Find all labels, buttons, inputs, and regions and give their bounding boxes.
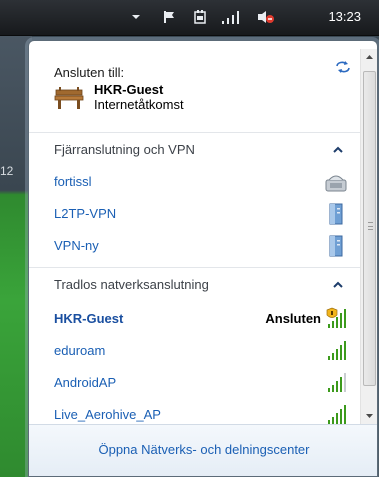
taskbar: 13:23 [0, 0, 379, 36]
scroll-down-icon[interactable] [361, 407, 377, 424]
scroll-thumb[interactable] [363, 71, 376, 386]
open-network-center-link[interactable]: Öppna Nätverks- och delningscenter [29, 442, 377, 457]
dialup-icon [325, 170, 347, 194]
wifi-shield-icon [325, 307, 347, 331]
current-network: HKR-Guest Internetåtkomst [54, 82, 354, 122]
bench-network-icon [54, 85, 84, 111]
vpn-tower-icon [325, 202, 347, 226]
vpn-tower-icon [325, 234, 347, 258]
arrow-up-icon[interactable] [130, 9, 142, 25]
connection-label: VPN-ny [54, 238, 99, 253]
flyout-footer: Öppna Nätverks- och delningscenter [29, 424, 377, 476]
grip-icon [368, 222, 373, 230]
network-label: eduroam [54, 343, 106, 358]
connection-label: L2TP-VPN [54, 206, 117, 221]
chevron-up-icon[interactable] [332, 143, 344, 153]
connected-status: Ansluten [265, 311, 321, 326]
current-network-name: HKR-Guest [94, 82, 164, 97]
list-item-androidap[interactable]: AndroidAP [29, 367, 369, 399]
network-label: AndroidAP [54, 375, 117, 390]
list-item-fortissl[interactable]: fortissl [29, 166, 369, 198]
wifi-signal-icon [325, 339, 347, 363]
section-label: Fjärranslutning och VPN [54, 142, 195, 157]
current-network-status: Internetåtkomst [94, 97, 184, 112]
list-item-hkr-guest[interactable]: HKR-Guest Ansluten [29, 303, 369, 335]
clock-time[interactable]: 13:23 [328, 9, 361, 25]
network-label: HKR-Guest [54, 311, 124, 326]
refresh-icon[interactable] [333, 59, 353, 75]
flag-icon[interactable] [162, 9, 178, 25]
wifi-signal-icon [325, 371, 347, 395]
list-item-eduroam[interactable]: eduroam [29, 335, 369, 367]
connected-to-label: Ansluten till: [54, 65, 125, 80]
signal-icon[interactable] [220, 9, 242, 25]
power-plug-icon[interactable] [192, 9, 208, 25]
section-label: Tradlos natverksanslutning [54, 277, 209, 292]
list-item-vpn-ny[interactable]: VPN-ny [29, 230, 369, 262]
section-header-vpn[interactable]: Fjärranslutning och VPN [29, 132, 377, 164]
scroll-up-icon[interactable] [361, 49, 377, 66]
scrollbar[interactable] [360, 49, 377, 424]
network-label: Live_Aerohive_AP [54, 407, 161, 422]
chevron-up-icon[interactable] [332, 278, 344, 288]
network-flyout: Ansluten till: HKR-Guest Internetåtkomst… [28, 40, 378, 477]
section-header-wireless[interactable]: Tradlos natverksanslutning [29, 267, 377, 299]
desktop-side-text: 12 [0, 164, 14, 178]
list-item-l2tp-vpn[interactable]: L2TP-VPN [29, 198, 369, 230]
connection-label: fortissl [54, 174, 92, 189]
speaker-muted-icon[interactable] [256, 9, 276, 25]
